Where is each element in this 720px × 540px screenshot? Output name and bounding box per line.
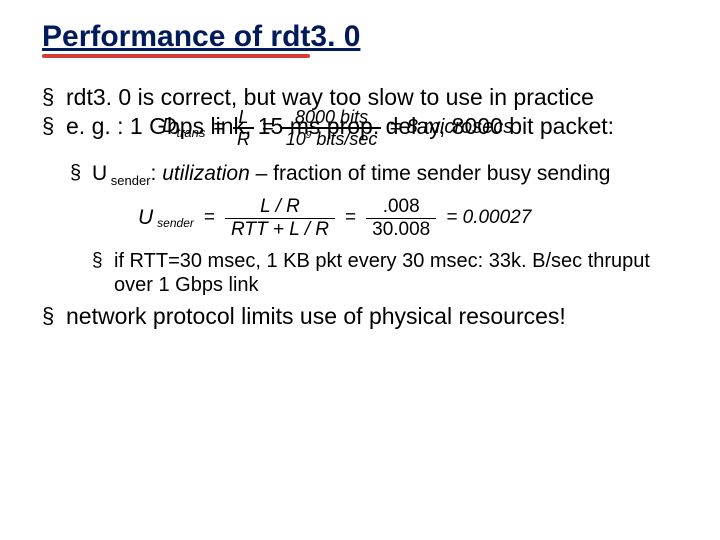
equals-4: = <box>345 207 356 229</box>
sub-bullet-usender: U sender: utilization – fraction of time… <box>70 162 684 189</box>
fraction-LR-RTT: L / R RTT + L / R <box>225 197 335 240</box>
equals-3: = <box>204 207 215 229</box>
usender-rest: – fraction of time sender busy sending <box>250 162 611 185</box>
symbol-U2: U <box>138 206 153 230</box>
equals-1: = <box>213 116 225 139</box>
result-8us: = 8 microsecs <box>389 116 513 139</box>
bullet-list-2: network protocol limits use of physical … <box>42 303 684 330</box>
frac-den-RTT: RTT + L / R <box>225 219 335 240</box>
symbol-U: U <box>92 162 107 185</box>
subsub-bullet-rtt: if RTT=30 msec, 1 KB pkt every 30 msec: … <box>92 250 684 297</box>
frac-num-L: L <box>235 108 253 126</box>
result-00027: = 0.00027 <box>446 207 531 229</box>
symbol-U2-sub: sender <box>157 216 194 230</box>
equals-2: = <box>262 116 274 139</box>
frac-den-30008: 30.008 <box>366 219 436 240</box>
title-underline-accent <box>42 54 310 58</box>
sub-bullet-list: U sender: utilization – fraction of time… <box>42 162 684 189</box>
slide: Performance of rdt3. 0 rdt3. 0 is correc… <box>0 0 720 540</box>
colon: : <box>151 162 163 185</box>
formula-usender-lhs: U sender <box>138 206 194 230</box>
frac-num-LR: L / R <box>254 197 306 218</box>
formula-dtrans: Dtrans = L R = 8000 bits 109 bits/sec = … <box>162 108 513 147</box>
frac-den-rate: 109 bits/sec <box>282 130 382 148</box>
word-utilization: utilization <box>162 162 250 185</box>
frac-num-bits: 8000 bits <box>291 108 372 126</box>
symbol-U-sub: sender <box>107 173 150 188</box>
frac-num-008: .008 <box>377 197 426 218</box>
slide-title: Performance of rdt3. 0 <box>42 20 684 54</box>
frac-den-R: R <box>233 130 254 148</box>
fraction-L-R: L R <box>233 108 254 147</box>
fraction-values: .008 30.008 <box>366 197 436 240</box>
bullet-3: network protocol limits use of physical … <box>42 303 684 330</box>
sub-bullet-list-2: if RTT=30 msec, 1 KB pkt every 30 msec: … <box>42 250 684 297</box>
subsub-list: if RTT=30 msec, 1 KB pkt every 30 msec: … <box>70 250 684 297</box>
symbol-D: Dtrans <box>162 115 205 140</box>
fraction-bits: 8000 bits 109 bits/sec <box>282 108 382 147</box>
formula-usender: U sender = L / R RTT + L / R = .008 30.0… <box>138 197 684 240</box>
